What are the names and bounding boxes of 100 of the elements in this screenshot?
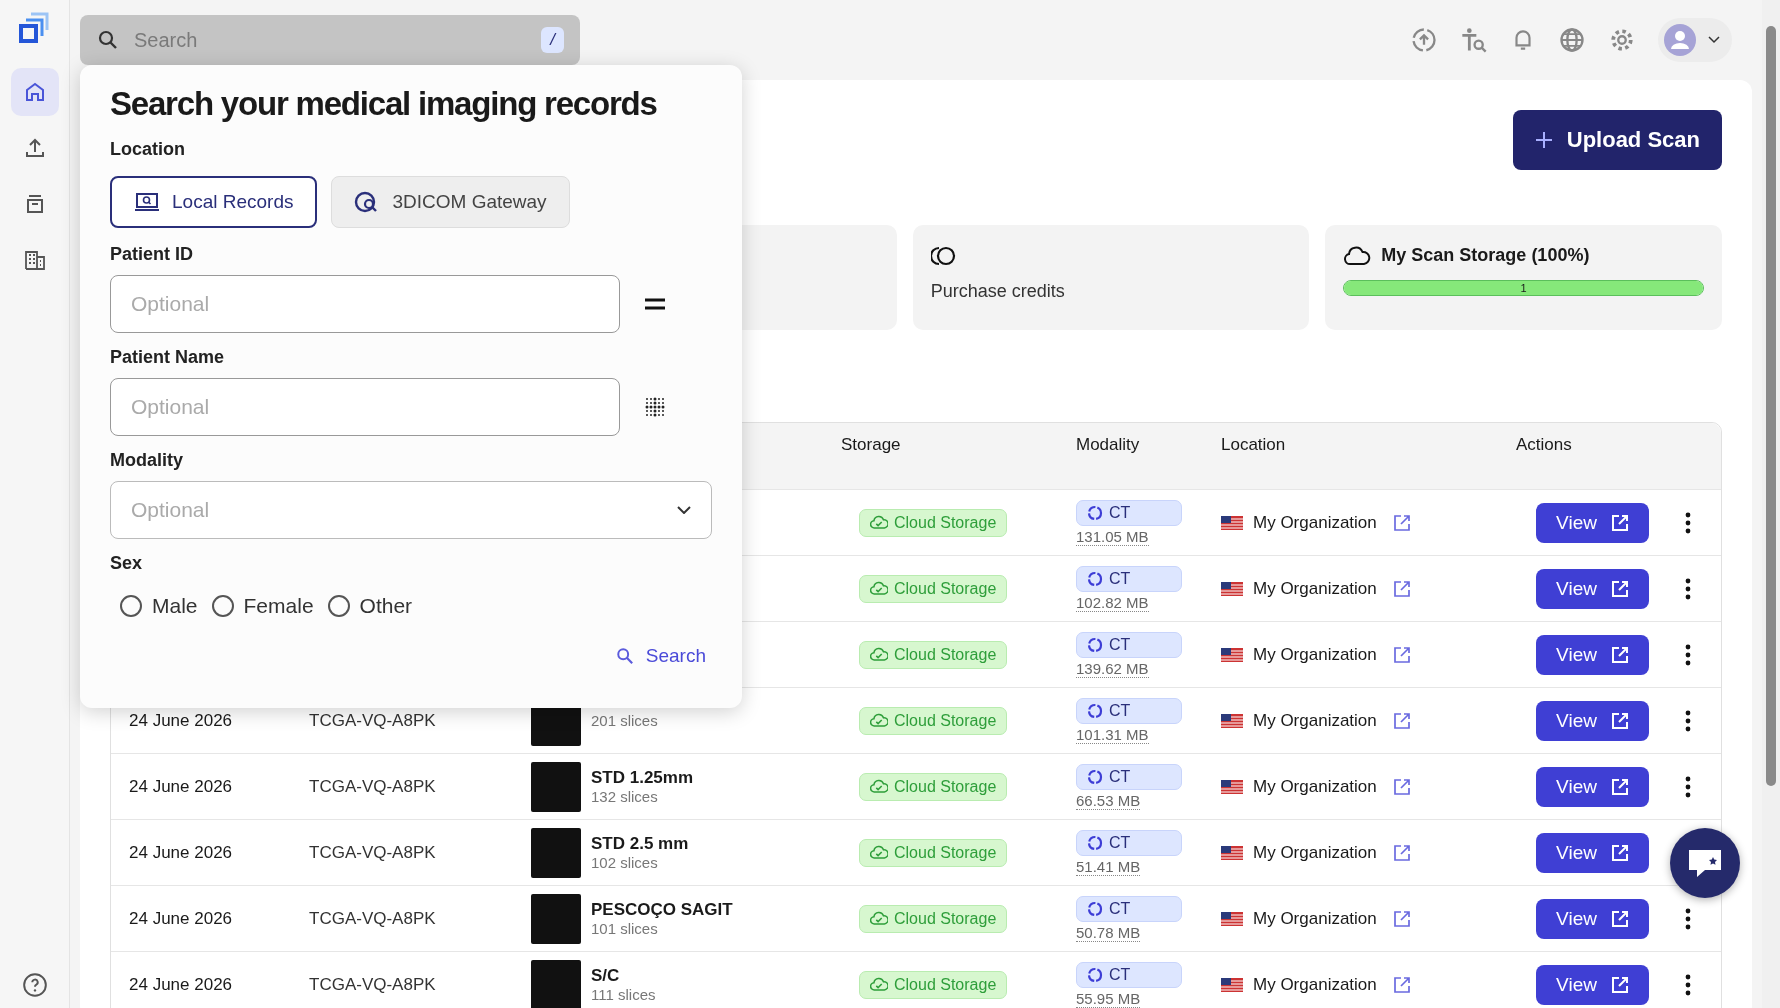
view-button[interactable]: View (1536, 766, 1649, 807)
slice-count: 111 slices (591, 986, 656, 1003)
more-options-icon[interactable] (1685, 973, 1691, 996)
location-toggle[interactable]: 3DICOM Gateway (331, 176, 570, 228)
modality-badge: CT (1076, 499, 1182, 526)
ring-icon (1087, 504, 1103, 521)
shortcut-key: / (541, 27, 564, 53)
search-button[interactable]: Search (609, 644, 712, 668)
radio-button[interactable] (120, 595, 142, 617)
cloud-check-icon (870, 779, 888, 794)
date-cell: 24 June 2026 (129, 908, 233, 929)
series-name: PESCOÇO SAGIT (591, 900, 733, 920)
location-name: My Organization (1253, 776, 1377, 797)
external-link-icon (1610, 645, 1629, 664)
view-button[interactable]: View (1536, 964, 1649, 1005)
date-cell: 24 June 2026 (129, 776, 233, 797)
external-link-icon[interactable] (1392, 579, 1411, 598)
modality-badge: CT (1076, 631, 1182, 658)
accessibility-search-icon[interactable] (1460, 26, 1488, 54)
radio-label[interactable]: Other (359, 594, 413, 618)
slice-count: 201 slices (591, 712, 658, 729)
external-link-icon[interactable] (1392, 711, 1411, 730)
text-field[interactable]: Optional (110, 275, 620, 333)
external-link-icon[interactable] (1392, 909, 1411, 928)
field-label: Location (110, 139, 186, 160)
scan-thumbnail (531, 761, 581, 812)
ring-icon (1087, 636, 1103, 653)
more-options-icon[interactable] (1685, 577, 1691, 600)
chevron-down-icon (677, 506, 691, 514)
location-name: My Organization (1253, 710, 1377, 731)
view-button[interactable]: View (1536, 898, 1649, 939)
file-size: 66.53 MB (1076, 791, 1141, 810)
location-name: My Organization (1253, 512, 1377, 533)
settings-icon[interactable] (1608, 26, 1636, 54)
flag-icon (1221, 647, 1243, 662)
column-header: Actions (1516, 434, 1573, 455)
globe-icon[interactable] (1558, 26, 1586, 54)
location-name: My Organization (1253, 644, 1377, 665)
equals-icon[interactable] (645, 297, 665, 311)
modality-badge: CT (1076, 829, 1182, 856)
ring-icon (1087, 768, 1103, 785)
file-size: 50.78 MB (1076, 923, 1141, 942)
view-button[interactable]: View (1536, 502, 1649, 543)
date-cell: 24 June 2026 (129, 974, 233, 995)
ring-icon (1087, 570, 1103, 587)
radio-label[interactable]: Female (243, 594, 314, 618)
radio-button[interactable] (211, 595, 234, 617)
ring-icon (1087, 966, 1103, 983)
flag-icon (1221, 515, 1243, 530)
external-link-icon (1610, 579, 1629, 598)
view-button[interactable]: View (1536, 568, 1649, 609)
cloud-icon (1343, 245, 1372, 266)
nav-item[interactable] (10, 68, 59, 116)
external-link-icon[interactable] (1392, 645, 1411, 664)
flag-icon (1221, 713, 1243, 728)
storage-badge: Cloud Storage (859, 970, 1008, 999)
column-header: Storage (841, 434, 902, 455)
search-input[interactable]: Search (132, 27, 530, 53)
upload-circle-icon[interactable] (1410, 26, 1438, 54)
search-bar[interactable]: Search / (80, 15, 580, 65)
series-name: S/C (591, 966, 621, 986)
credits-label: Purchase credits (930, 281, 1066, 302)
dot-grid-icon[interactable] (645, 397, 665, 417)
field-label: Modality (110, 450, 184, 471)
view-button[interactable]: View (1536, 832, 1649, 873)
view-button[interactable]: View (1536, 700, 1649, 741)
upload-scan-button[interactable]: Upload Scan (1512, 110, 1722, 170)
external-link-icon[interactable] (1392, 513, 1411, 532)
view-button[interactable]: View (1536, 634, 1649, 675)
external-link-icon (1610, 777, 1629, 796)
text-field[interactable]: Optional (110, 378, 620, 436)
flag-icon (1221, 779, 1243, 794)
date-cell: 24 June 2026 (129, 842, 233, 863)
more-options-icon[interactable] (1685, 511, 1691, 534)
more-options-icon[interactable] (1685, 775, 1691, 798)
laptop-search-icon (134, 192, 160, 212)
more-options-icon[interactable] (1685, 907, 1691, 930)
field-label: Patient Name (110, 347, 226, 368)
help-icon[interactable] (21, 972, 48, 998)
location-toggle[interactable]: Local Records (110, 176, 318, 228)
patient-id-cell: TCGA-VQ-A8PK (309, 710, 436, 731)
more-options-icon[interactable] (1685, 643, 1691, 666)
modality-badge: CT (1076, 697, 1182, 724)
storage-title: My Scan Storage (100%) (1381, 245, 1590, 266)
modality-badge: CT (1076, 763, 1182, 790)
external-link-icon[interactable] (1392, 975, 1411, 994)
popup-title: Search your medical imaging records (110, 85, 658, 123)
stat-card[interactable]: Purchase credits (912, 225, 1310, 330)
chevron-down-icon (1708, 36, 1720, 44)
scrollbar[interactable] (1762, 0, 1780, 1008)
credits-icon (930, 245, 957, 267)
date-cell: 24 June 2026 (129, 710, 233, 731)
flag-icon (1221, 977, 1243, 992)
external-link-icon[interactable] (1392, 777, 1411, 796)
location-name: My Organization (1253, 974, 1377, 995)
more-options-icon[interactable] (1685, 709, 1691, 732)
radio-label[interactable]: Male (152, 594, 198, 618)
radio-button[interactable] (327, 595, 350, 617)
external-link-icon[interactable] (1392, 843, 1411, 862)
cloud-check-icon (870, 977, 888, 992)
